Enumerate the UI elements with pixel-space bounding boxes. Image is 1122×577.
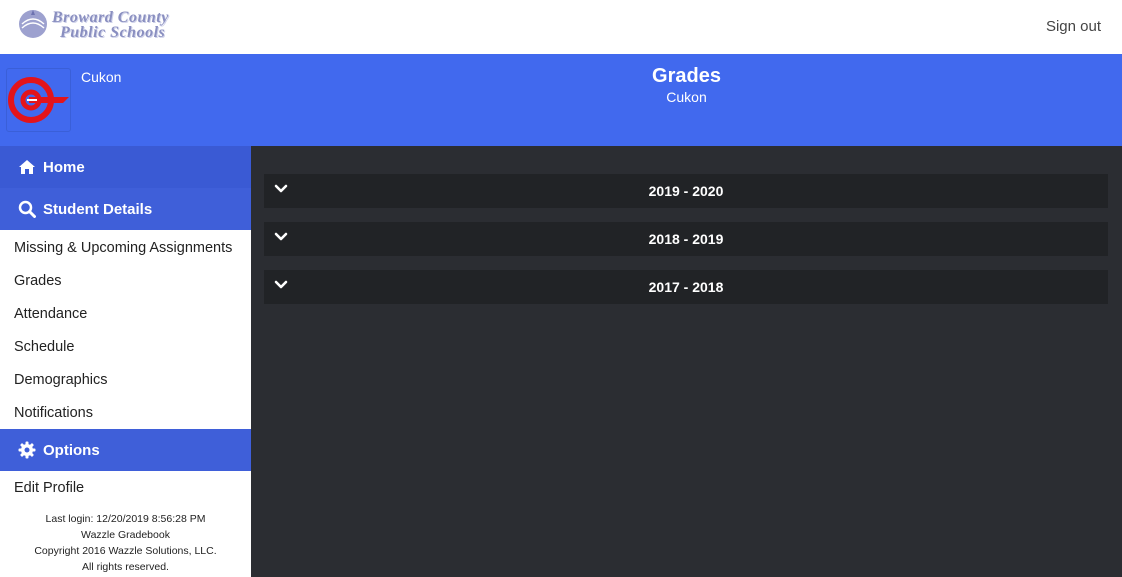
sidebar-footer: Last login: 12/20/2019 8:56:28 PM Wazzle…	[0, 511, 251, 575]
sign-out-link[interactable]: Sign out	[1046, 18, 1101, 35]
logo-text-line2: Public Schools	[60, 24, 166, 41]
product-name: Wazzle Gradebook	[81, 529, 170, 541]
year-accordion-2019-2020[interactable]: 2019 - 2020	[264, 174, 1108, 208]
sidebar-item-grades[interactable]: Grades	[0, 264, 251, 297]
home-icon	[17, 157, 37, 177]
year-label: 2019 - 2020	[648, 183, 724, 199]
sidebar-item-attendance[interactable]: Attendance	[0, 297, 251, 330]
sidebar-item-edit-profile[interactable]: Edit Profile	[0, 471, 251, 504]
sidebar: Home Student Details Missing & Upcoming …	[0, 146, 251, 577]
top-header: Broward County Public Schools Sign out	[0, 0, 1122, 54]
sidebar-item-student-details[interactable]: Student Details	[0, 188, 251, 230]
grades-panel: 2019 - 2020 2018 - 2019 2017 - 2018	[251, 146, 1122, 577]
sidebar-item-options[interactable]: Options	[0, 429, 251, 471]
sidebar-item-home[interactable]: Home	[0, 146, 251, 188]
page-title: Grades	[652, 65, 721, 87]
student-banner: Cukon Grades Cukon	[0, 54, 1122, 146]
year-accordion-2018-2019[interactable]: 2018 - 2019	[264, 222, 1108, 256]
student-name: Cukon	[81, 69, 122, 85]
year-label: 2017 - 2018	[648, 279, 724, 295]
district-logo-icon	[19, 10, 47, 38]
sidebar-item-demographics[interactable]: Demographics	[0, 363, 251, 396]
sidebar-item-schedule[interactable]: Schedule	[0, 330, 251, 363]
last-login-text: Last login: 12/20/2019 8:56:28 PM	[45, 513, 206, 525]
student-details-links: Missing & Upcoming Assignments Grades At…	[0, 230, 251, 429]
district-logo[interactable]: Broward County Public Schools	[16, 6, 196, 46]
year-label: 2018 - 2019	[648, 231, 724, 247]
school-logo-icon	[8, 77, 69, 123]
sidebar-item-label: Options	[43, 441, 100, 459]
year-accordion-2017-2018[interactable]: 2017 - 2018	[264, 270, 1108, 304]
gear-icon	[17, 440, 37, 460]
copyright-text: Copyright 2016 Wazzle Solutions, LLC.	[34, 545, 217, 557]
sidebar-item-label: Student Details	[43, 200, 153, 218]
avatar[interactable]	[6, 68, 71, 132]
sidebar-item-label: Home	[43, 158, 85, 176]
rights-text: All rights reserved.	[82, 561, 169, 573]
search-icon	[17, 199, 37, 219]
sidebar-item-notifications[interactable]: Notifications	[0, 396, 251, 429]
sidebar-item-missing-upcoming[interactable]: Missing & Upcoming Assignments	[0, 231, 251, 264]
page-subtitle: Cukon	[666, 89, 707, 105]
